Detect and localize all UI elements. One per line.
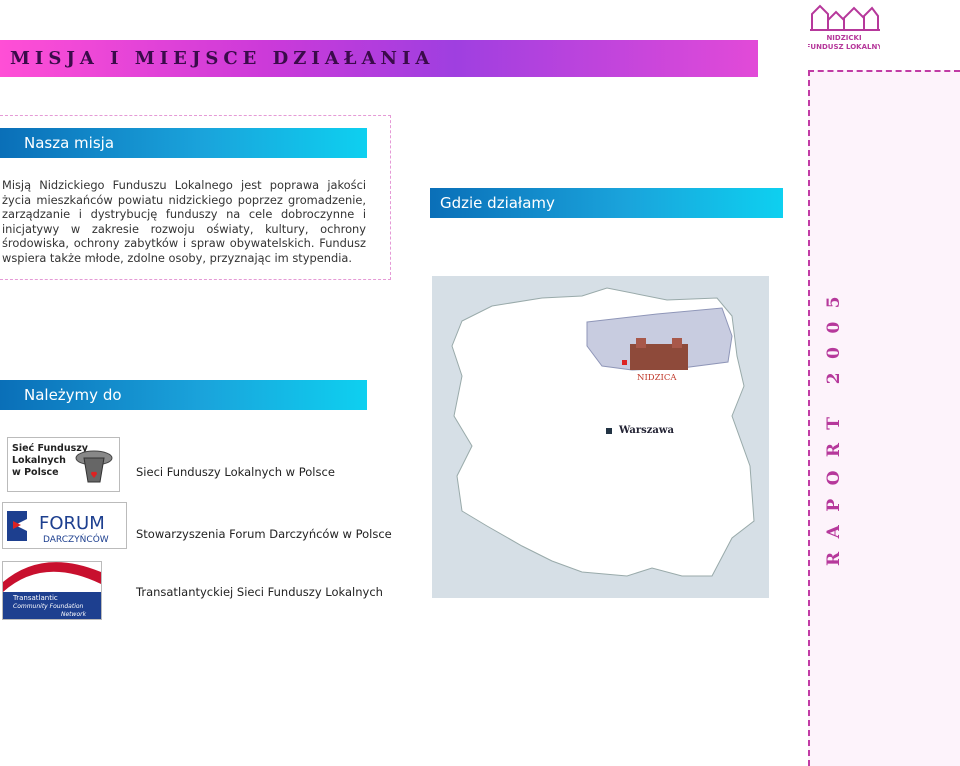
nidzica-label: NIDZICA (637, 373, 677, 383)
mission-header: Nasza misja (0, 128, 367, 158)
svg-text:FUNDUSZ LOKALNY: FUNDUSZ LOKALNY (808, 43, 880, 51)
svg-text:NIDZICKI: NIDZICKI (826, 34, 861, 42)
svg-text:Lokalnych: Lokalnych (12, 455, 66, 466)
org-name-3: Transatlantyckiej Sieci Funduszy Lokalny… (136, 585, 383, 599)
where-header-label: Gdzie działamy (440, 194, 555, 212)
members-header: Należymy do (0, 380, 367, 410)
org-name-1: Sieci Funduszy Lokalnych w Polsce (136, 465, 335, 479)
nidzicki-fundusz-logo: NIDZICKI FUNDUSZ LOKALNY (806, 2, 883, 54)
svg-text:Network: Network (61, 611, 87, 618)
poland-map: NIDZICA Warszawa (432, 276, 769, 598)
where-header: Gdzie działamy (430, 188, 783, 218)
mission-text: Misją Nidzickiego Funduszu Lokalnego jes… (2, 178, 366, 265)
svg-text:Transatlantic: Transatlantic (12, 594, 58, 602)
warszawa-label: Warszawa (618, 425, 675, 436)
warszawa-marker (606, 428, 612, 434)
page-title-banner: MISJA I MIEJSCE DZIAŁANIA (0, 40, 758, 77)
transatlantic-network-logo: Transatlantic Community Foundation Netwo… (2, 561, 102, 620)
svg-text:FORUM: FORUM (39, 513, 105, 534)
svg-text:DARCZYŃCÓW: DARCZYŃCÓW (43, 533, 109, 545)
page-title: MISJA I MIEJSCE DZIAŁANIA (10, 48, 435, 69)
svg-text:Community Foundation: Community Foundation (13, 603, 84, 610)
raport-text: RAPORT 2005 (824, 282, 844, 566)
forum-darczyncow-logo: FORUM DARCZYŃCÓW (2, 502, 127, 549)
svg-text:Sieć Funduszy: Sieć Funduszy (12, 443, 89, 454)
members-header-label: Należymy do (24, 386, 122, 404)
svg-text:w Polsce: w Polsce (12, 467, 59, 478)
nidzica-marker (622, 360, 627, 365)
siec-funduszy-logo: Sieć Funduszy Lokalnych w Polsce (7, 437, 120, 492)
org-name-2: Stowarzyszenia Forum Darczyńców w Polsce (136, 527, 392, 541)
mission-header-label: Nasza misja (24, 134, 115, 152)
